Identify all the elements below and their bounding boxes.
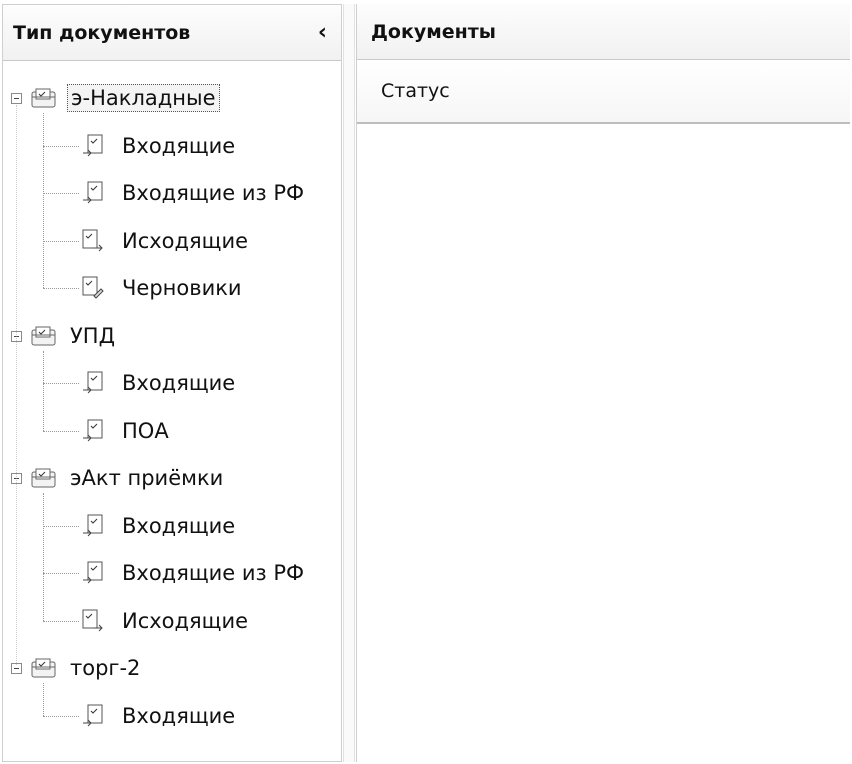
folder-docs-icon [31, 467, 57, 489]
documents-header: Документы [357, 4, 850, 60]
tree-connector-line [43, 620, 79, 622]
tree-connector-line [43, 113, 44, 288]
tree-group-node[interactable]: торг-2 [31, 651, 143, 685]
outgoing-doc-icon [81, 608, 105, 634]
tree-group-node[interactable]: УПД [31, 319, 118, 353]
tree-connector-line [16, 105, 17, 665]
collapse-panel-button[interactable]: ‹ [314, 20, 331, 45]
tree-group-label: э-Накладные [67, 84, 220, 112]
tree-child-node[interactable]: Входящие [81, 699, 238, 733]
document-type-panel: Тип документов ‹ э-Накладные Входящие Вход… [2, 4, 342, 762]
tree-connector-line [43, 715, 79, 717]
tree-child-label: Входящие [122, 133, 236, 158]
tree-connector-line [43, 683, 44, 716]
folder-docs-icon [31, 87, 57, 109]
status-column-header[interactable]: Статус [357, 60, 850, 124]
tree-child-label: Входящие из РФ [122, 561, 305, 585]
tree-group-node[interactable]: эАкт приёмки [31, 461, 226, 495]
tree-child-node[interactable]: ПОА [81, 414, 172, 448]
incoming-doc-icon [81, 418, 105, 444]
tree-child-node[interactable]: Входящие из РФ [81, 176, 307, 210]
outgoing-doc-icon [81, 228, 105, 254]
incoming-doc-icon [81, 370, 105, 396]
tree-child-node[interactable]: Входящие из РФ [81, 556, 307, 590]
folder-docs-icon [31, 657, 57, 679]
tree-connector-line [43, 193, 79, 194]
tree-child-label: Исходящие [122, 228, 249, 253]
tree-child-label: Входящие [122, 371, 236, 395]
incoming-doc-icon [81, 180, 105, 206]
tree-child-node[interactable]: Черновики [81, 271, 245, 305]
documents-title: Документы [371, 20, 496, 43]
tree-child-label: Входящие из РФ [122, 181, 305, 205]
incoming-doc-icon [81, 703, 105, 729]
tree-child-label: Исходящие [122, 608, 249, 633]
tree-child-label: Входящие [122, 703, 236, 728]
tree-child-label: ПОА [122, 418, 169, 443]
document-type-title: Тип документов [13, 21, 191, 44]
tree-child-node[interactable]: Входящие [81, 509, 238, 543]
incoming-doc-icon [81, 133, 105, 159]
tree-connector-line [43, 288, 79, 289]
tree-child-label: Черновики [122, 276, 242, 300]
document-type-tree: э-Накладные Входящие Входящие из РФ Исходящ… [3, 61, 341, 761]
incoming-doc-icon [81, 560, 105, 586]
tree-connector-line [43, 383, 79, 384]
folder-docs-icon [31, 325, 57, 347]
tree-group-label: торг-2 [70, 656, 141, 680]
tree-connector-line [43, 525, 79, 527]
incoming-doc-icon [81, 513, 105, 539]
status-column-label: Статус [381, 80, 450, 102]
tree-group-label: эАкт приёмки [70, 466, 224, 490]
tree-group-label: УПД [70, 323, 115, 348]
tree-connector-line [43, 240, 79, 242]
tree-child-node[interactable]: Исходящие [81, 604, 251, 638]
tree-child-node[interactable]: Исходящие [81, 224, 251, 258]
tree-connector-line [43, 430, 79, 432]
tree-child-node[interactable]: Входящие [81, 129, 238, 163]
tree-child-label: Входящие [122, 513, 236, 538]
tree-connector-line [43, 493, 44, 621]
draft-doc-icon [81, 275, 105, 301]
tree-connector-line [43, 145, 79, 147]
document-type-header: Тип документов ‹ [3, 5, 341, 61]
tree-connector-line [43, 350, 44, 431]
panel-splitter[interactable] [343, 4, 355, 762]
tree-group-node[interactable]: э-Накладные [31, 81, 220, 115]
tree-connector-line [43, 573, 79, 574]
tree-child-node[interactable]: Входящие [81, 366, 238, 400]
minus-expander-icon[interactable] [11, 93, 22, 104]
documents-panel: Документы Статус [356, 4, 850, 762]
